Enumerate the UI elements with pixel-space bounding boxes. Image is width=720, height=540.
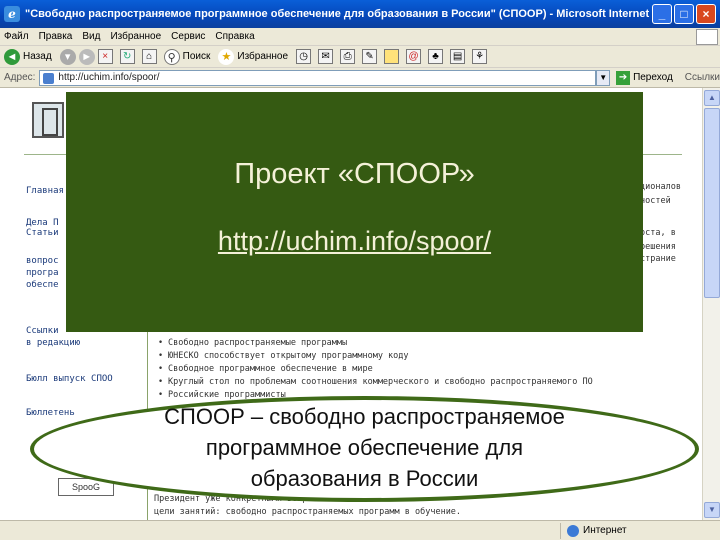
caption-line: образования в России <box>250 466 479 491</box>
close-button[interactable]: × <box>696 4 716 24</box>
messenger-icon[interactable]: ♣ <box>428 49 444 64</box>
news-link[interactable]: ЮНЕСКО способствует открытому программно… <box>158 351 409 361</box>
sidebar-link-bulletin-issue[interactable]: Бюлл выпуск СПОО <box>26 374 113 384</box>
sidebar-link-home[interactable]: Главная <box>26 186 64 196</box>
stop-icon[interactable]: × <box>97 49 113 64</box>
menu-bar: Файл Правка Вид Избранное Сервис Справка <box>0 28 720 46</box>
news-link[interactable]: Свободно распространяемые программы <box>158 338 347 348</box>
text-fragment: ностей <box>640 196 671 206</box>
research-icon[interactable]: ▤ <box>450 49 466 64</box>
mail-icon[interactable]: ✉ <box>318 49 334 64</box>
text-fragment: ционалов <box>640 182 681 192</box>
menu-tools[interactable]: Сервис <box>171 31 205 42</box>
dropdown-arrow-icon[interactable]: ▾ <box>59 48 76 65</box>
address-dropdown[interactable]: ▼ <box>596 69 611 86</box>
go-arrow-icon: ➔ <box>616 70 631 85</box>
scroll-thumb[interactable] <box>704 108 720 298</box>
back-button[interactable]: ◄ Назад <box>4 48 52 65</box>
news-link[interactable]: Свободное программное обеспечение в мире <box>158 364 373 374</box>
minimize-button[interactable]: _ <box>652 4 672 24</box>
folder-icon[interactable] <box>384 49 400 64</box>
back-arrow-icon: ◄ <box>4 48 20 65</box>
sidebar-link-affairs[interactable]: Дела П <box>26 218 59 228</box>
history-icon[interactable]: ◷ <box>296 49 312 64</box>
text-fragment: страние <box>640 254 676 264</box>
caption-line: программное обеспечение для <box>205 435 524 460</box>
text-fragment: оста, в <box>640 228 676 238</box>
scroll-up-icon[interactable]: ▲ <box>704 90 720 106</box>
home-icon[interactable]: ⌂ <box>141 49 157 64</box>
menu-view[interactable]: Вид <box>82 31 100 42</box>
security-zone: Интернет <box>560 522 627 539</box>
sidebar-text: програ <box>26 268 59 278</box>
print-icon[interactable]: ⎙ <box>340 49 356 64</box>
maximize-button[interactable]: □ <box>674 4 694 24</box>
caption-text: СПООР – свободно распространяемое програ… <box>30 401 699 494</box>
discuss-icon[interactable]: ⚘ <box>472 49 488 64</box>
search-icon: ⚲ <box>163 48 180 65</box>
sidebar-text: вопрос <box>26 256 59 266</box>
search-button[interactable]: ⚲ Поиск <box>163 48 211 65</box>
title-panel: Проект «СПООР» http://uchim.info/spoor/ <box>66 92 643 332</box>
go-label: Переход <box>633 72 673 83</box>
body-text: цели занятий: свободно распространяемых … <box>154 507 462 517</box>
news-link[interactable]: Круглый стол по проблемам соотношения ко… <box>158 377 593 387</box>
slide-title: Проект «СПООР» <box>234 158 475 190</box>
star-icon: ★ <box>218 48 235 65</box>
toolbar: ◄ Назад ▾ ► × ↻ ⌂ ⚲ Поиск ★ Избранное ◷ … <box>0 46 720 68</box>
text-fragment: решения <box>640 242 676 252</box>
address-bar: Адрес: http://uchim.info/spoor/ ▼ ➔ Пере… <box>0 68 720 88</box>
address-label: Адрес: <box>4 72 36 83</box>
zone-label: Интернет <box>583 525 627 536</box>
ie-logo-icon: e <box>4 6 20 22</box>
search-label: Поиск <box>182 51 211 62</box>
favorites-button[interactable]: ★ Избранное <box>218 48 289 65</box>
links-label[interactable]: Ссылки <box>685 72 720 83</box>
go-button[interactable]: ➔ Переход <box>616 70 673 85</box>
refresh-icon[interactable]: ↻ <box>119 49 135 64</box>
menu-file[interactable]: Файл <box>4 31 29 42</box>
window-title: "Свободно распространяемое программное о… <box>25 8 652 20</box>
globe-icon <box>567 524 579 537</box>
back-label: Назад <box>23 51 52 62</box>
at-icon[interactable]: @ <box>406 49 422 64</box>
sidebar-link-editorial[interactable]: в редакцию <box>26 338 80 348</box>
project-link[interactable]: http://uchim.info/spoor/ <box>66 226 643 257</box>
sidebar-link-links[interactable]: Ссылки <box>26 326 59 336</box>
menu-favorites[interactable]: Избранное <box>110 31 161 42</box>
site-logo <box>32 102 64 138</box>
title-bar: e "Свободно распространяемое программное… <box>0 0 720 28</box>
edit-icon[interactable]: ✎ <box>362 49 378 64</box>
vertical-scrollbar[interactable]: ▲ ▼ <box>702 88 720 520</box>
status-bar: Интернет <box>0 520 720 540</box>
menu-help[interactable]: Справка <box>215 31 254 42</box>
windows-flag-icon <box>696 29 718 45</box>
forward-arrow-icon[interactable]: ► <box>78 48 95 65</box>
sidebar-link-articles[interactable]: Статьи <box>26 228 59 238</box>
caption-line: СПООР – свободно распространяемое <box>164 404 565 429</box>
sidebar-text: обеспе <box>26 280 59 290</box>
scroll-down-icon[interactable]: ▼ <box>704 502 720 518</box>
menu-edit[interactable]: Правка <box>39 31 73 42</box>
favorites-label: Избранное <box>237 51 289 62</box>
address-input[interactable]: http://uchim.info/spoor/ <box>39 69 597 86</box>
